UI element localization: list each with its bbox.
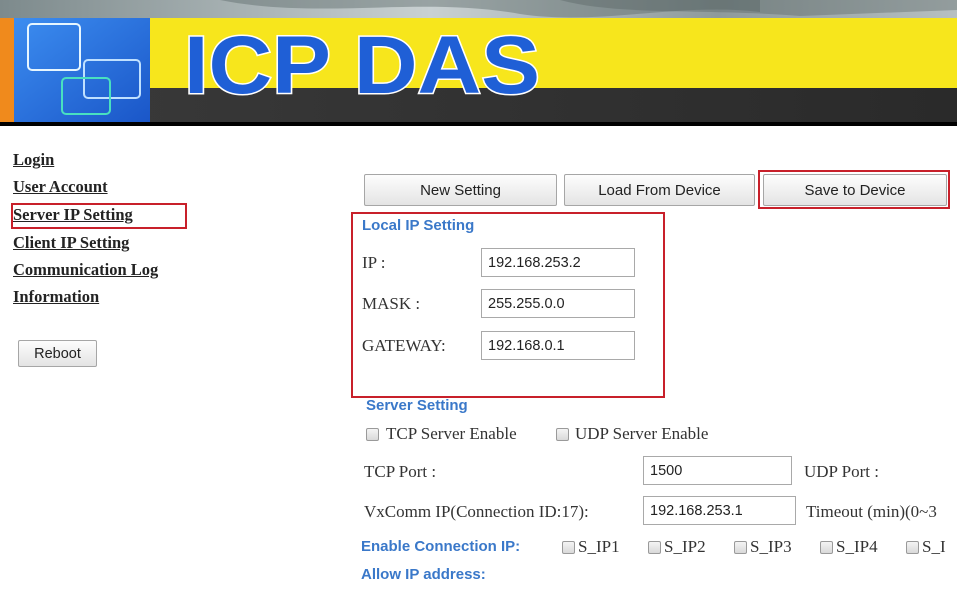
s-ip5-checkbox[interactable] xyxy=(906,541,919,554)
server-ip-setting-highlight xyxy=(11,203,187,229)
ip-input[interactable] xyxy=(481,248,635,277)
sidebar-item-client-ip-setting[interactable]: Client IP Setting xyxy=(13,233,129,253)
reboot-button[interactable]: Reboot xyxy=(18,340,97,367)
server-setting-title: Server Setting xyxy=(366,397,468,414)
s-ip2-checkbox[interactable] xyxy=(648,541,661,554)
mask-label: MASK : xyxy=(362,294,421,313)
s-ip1-label: S_IP1 xyxy=(578,537,620,556)
s-ip5-label: S_I xyxy=(922,537,946,556)
s-ip1-checkbox[interactable] xyxy=(562,541,575,554)
enable-connection-ip-label: Enable Connection IP: xyxy=(361,538,521,555)
mask-input[interactable] xyxy=(481,289,635,318)
load-from-device-button[interactable]: Load From Device xyxy=(564,174,755,206)
header-banner: ICP DAS xyxy=(0,0,957,125)
udp-server-enable-checkbox[interactable] xyxy=(556,428,569,441)
gateway-input[interactable] xyxy=(481,331,635,360)
s-ip2-label: S_IP2 xyxy=(664,537,706,556)
ip-label: IP : xyxy=(362,253,386,272)
s-ip3-checkbox[interactable] xyxy=(734,541,747,554)
s-ip4-label: S_IP4 xyxy=(836,537,878,556)
sidebar-item-login[interactable]: Login xyxy=(13,150,54,170)
sidebar-item-information[interactable]: Information xyxy=(13,287,99,307)
udp-server-enable-label: UDP Server Enable xyxy=(575,424,709,443)
allow-ip-address-label: Allow IP address: xyxy=(361,566,486,583)
tcp-port-input[interactable] xyxy=(643,456,792,485)
logo-text: ICP DAS xyxy=(184,20,540,111)
vxcomm-ip-label: VxComm IP(Connection ID:17): xyxy=(364,502,589,521)
timeout-label: Timeout (min)(0~3 xyxy=(806,502,937,521)
tcp-port-label: TCP Port : xyxy=(364,462,437,481)
header-rule xyxy=(0,122,957,126)
new-setting-button[interactable]: New Setting xyxy=(364,174,557,206)
sidebar-item-communication-log[interactable]: Communication Log xyxy=(13,260,158,280)
vxcomm-ip-input[interactable] xyxy=(643,496,796,525)
s-ip4-checkbox[interactable] xyxy=(820,541,833,554)
s-ip3-label: S_IP3 xyxy=(750,537,792,556)
local-ip-setting-title: Local IP Setting xyxy=(362,217,475,234)
gateway-label: GATEWAY: xyxy=(362,336,446,355)
udp-port-label: UDP Port : xyxy=(804,462,879,481)
tcp-server-enable-label: TCP Server Enable xyxy=(386,424,517,443)
sidebar-item-user-account[interactable]: User Account xyxy=(13,177,108,197)
tcp-server-enable-checkbox[interactable] xyxy=(366,428,379,441)
save-to-device-highlight xyxy=(758,170,950,209)
